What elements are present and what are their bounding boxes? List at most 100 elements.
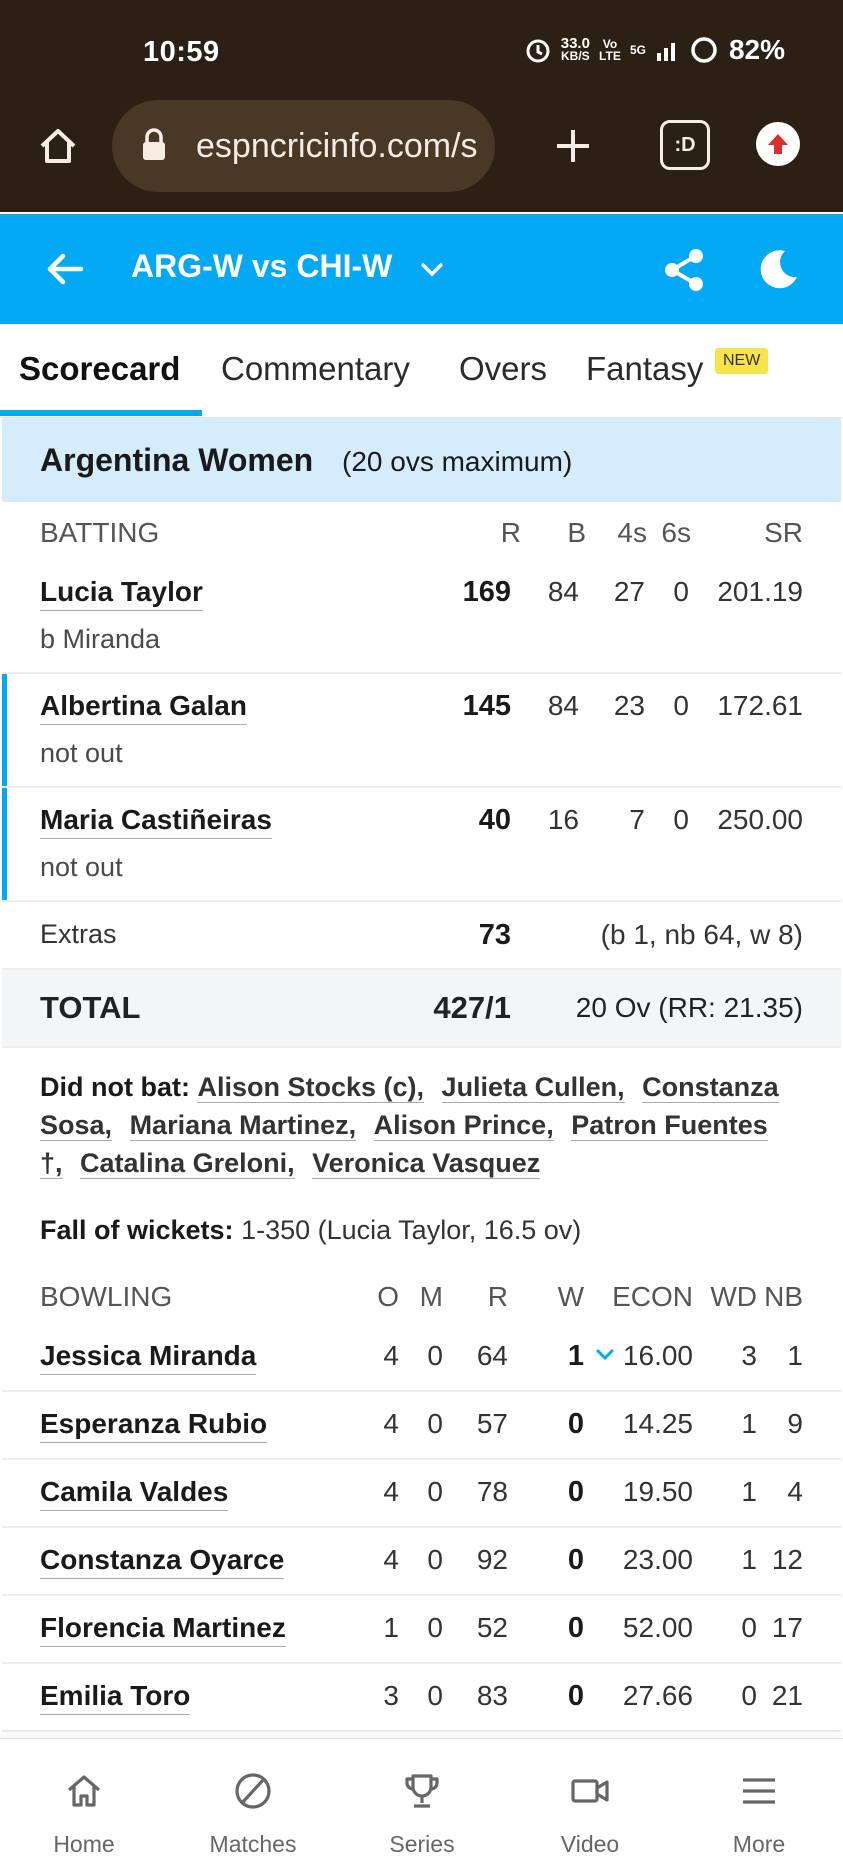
col-wides: WD — [710, 1281, 757, 1312]
bowler-name[interactable]: Constanza Oyarce — [40, 1544, 285, 1579]
bowler-econ: 14.25 — [622, 1408, 693, 1439]
bowler-name[interactable]: Emilia Toro — [40, 1680, 191, 1715]
col-runs: R — [500, 517, 521, 548]
bowler-row[interactable]: Camila Valdes 4 0 78 0 19.50 1 4 — [2, 1460, 841, 1528]
innings-header: Argentina Women (20 ovs maximum) — [2, 418, 841, 502]
wicket-expand-chevron-icon[interactable] — [595, 1348, 615, 1367]
bowler-name[interactable]: Esperanza Rubio — [40, 1408, 268, 1443]
bowler-maidens: 0 — [427, 1408, 443, 1439]
home-icon[interactable] — [30, 118, 86, 174]
bowler-row[interactable]: Jessica Miranda 4 0 64 1 16.00 3 1 — [2, 1324, 841, 1392]
bowler-econ: 19.50 — [622, 1476, 693, 1507]
status-bar: 10:59 33.0 KB/S Vo LTE 5G 82% — [0, 0, 843, 106]
batter-row[interactable]: Lucia Taylor b Miranda 169 84 27 0 201.1… — [2, 560, 841, 674]
tab-commentary[interactable]: Commentary — [221, 350, 410, 388]
bowler-overs: 4 — [383, 1476, 399, 1507]
col-econ: ECON — [612, 1281, 693, 1312]
at-crease-indicator — [2, 788, 7, 900]
batter-runs: 145 — [462, 690, 511, 722]
bowler-noballs: 9 — [787, 1408, 803, 1439]
browser-toolbar: espncricinfo.com/s :D — [0, 100, 843, 212]
batter-name[interactable]: Albertina Galan — [40, 690, 247, 725]
new-tab-icon[interactable] — [545, 118, 601, 174]
match-title[interactable]: ARG-W vs CHI-W — [131, 248, 392, 285]
bottom-nav: Home Matches Series Video More — [0, 1738, 843, 1873]
tab-overs[interactable]: Overs — [459, 350, 547, 388]
bowler-wickets: 0 — [567, 1476, 584, 1508]
bowler-row[interactable]: Florencia Martinez 1 0 52 0 52.00 0 17 — [2, 1596, 841, 1664]
video-icon — [571, 1779, 609, 1803]
bowler-wickets: 0 — [567, 1680, 584, 1712]
dnb-player[interactable]: Mariana Martinez, — [129, 1110, 357, 1141]
lock-icon — [143, 128, 165, 160]
tabs-icon[interactable]: :D — [660, 120, 710, 170]
batter-name[interactable]: Maria Castiñeiras — [40, 804, 272, 839]
col-bowling: BOWLING — [40, 1281, 173, 1312]
bowler-noballs: 1 — [787, 1340, 803, 1371]
batter-row[interactable]: Maria Castiñeiras not out 40 16 7 0 250.… — [2, 788, 841, 902]
col-maidens: M — [419, 1281, 443, 1312]
extras-row: Extras 73 (b 1, nb 64, w 8) — [2, 902, 841, 970]
bowler-maidens: 0 — [427, 1544, 443, 1575]
bowler-econ: 27.66 — [622, 1680, 693, 1711]
batter-sixes: 0 — [673, 804, 689, 835]
bowling-header: BOWLING O M R W ECON WD NB — [2, 1266, 841, 1324]
batter-sr: 172.61 — [717, 690, 803, 721]
nav-video[interactable]: Video — [520, 1739, 660, 1873]
nav-home[interactable]: Home — [14, 1739, 154, 1873]
col-sr: SR — [764, 517, 803, 548]
nav-more[interactable]: More — [689, 1739, 829, 1873]
alarm-icon — [526, 39, 550, 63]
batter-name[interactable]: Lucia Taylor — [40, 576, 203, 611]
share-icon[interactable] — [656, 242, 712, 298]
url-bar[interactable]: espncricinfo.com/s — [112, 100, 495, 192]
dnb-player[interactable]: Veronica Vasquez — [312, 1148, 541, 1179]
chevron-down-icon[interactable] — [414, 252, 450, 288]
match-header: ARG-W vs CHI-W — [0, 214, 843, 324]
active-tab-indicator — [0, 410, 202, 416]
col-wickets: W — [557, 1281, 584, 1312]
batter-sr: 201.19 — [717, 576, 803, 607]
bowler-row[interactable]: Emilia Toro 3 0 83 0 27.66 0 21 — [2, 1664, 841, 1732]
batter-runs: 40 — [478, 804, 511, 836]
batter-row[interactable]: Albertina Galan not out 145 84 23 0 172.… — [2, 674, 841, 788]
col-batting: BATTING — [40, 517, 160, 548]
nav-matches[interactable]: Matches — [183, 1739, 323, 1873]
bowler-overs: 4 — [383, 1340, 399, 1371]
bowler-wides: 0 — [741, 1612, 757, 1643]
bowler-row[interactable]: Esperanza Rubio 4 0 57 0 14.25 1 9 — [2, 1392, 841, 1460]
fow-label: Fall of wickets: — [40, 1215, 234, 1245]
bowler-wides: 0 — [741, 1680, 757, 1711]
bowler-wickets: 0 — [567, 1544, 584, 1576]
tab-fantasy[interactable]: Fantasy — [586, 350, 703, 388]
dark-mode-icon[interactable] — [750, 242, 806, 298]
update-icon[interactable] — [756, 122, 800, 166]
bowler-name[interactable]: Camila Valdes — [40, 1476, 229, 1511]
bowler-row[interactable]: Constanza Oyarce 4 0 92 0 23.00 1 12 — [2, 1528, 841, 1596]
bowler-wickets: 1 — [567, 1340, 584, 1372]
net-speed: 33.0 KB/S — [560, 35, 590, 63]
batter-balls: 84 — [547, 576, 579, 607]
bowler-wides: 1 — [741, 1544, 757, 1575]
batter-fours: 27 — [613, 576, 645, 607]
volte-label: Vo LTE — [599, 37, 621, 63]
ball-icon — [235, 1773, 271, 1809]
bowler-wides: 1 — [741, 1476, 757, 1507]
back-arrow-icon[interactable] — [40, 244, 90, 294]
dnb-player[interactable]: Julieta Cullen, — [441, 1072, 625, 1103]
extras-value: 73 — [478, 919, 511, 951]
dnb-player[interactable]: Alison Stocks (c), — [197, 1072, 425, 1103]
col-balls: B — [567, 517, 586, 548]
bowler-runs: 83 — [476, 1680, 508, 1711]
bowler-name[interactable]: Florencia Martinez — [40, 1612, 286, 1647]
did-not-bat: Did not bat: Alison Stocks (c), Julieta … — [40, 1068, 800, 1182]
nav-series[interactable]: Series — [352, 1739, 492, 1873]
tab-scorecard[interactable]: Scorecard — [19, 350, 180, 388]
total-overs: 20 Ov (RR: 21.35) — [575, 992, 803, 1023]
bowler-name[interactable]: Jessica Miranda — [40, 1340, 257, 1375]
dnb-player[interactable]: Alison Prince, — [373, 1110, 554, 1141]
bowler-runs: 78 — [476, 1476, 508, 1507]
status-time: 10:59 — [143, 36, 220, 68]
bowler-maidens: 0 — [427, 1612, 443, 1643]
dnb-player[interactable]: Catalina Greloni, — [80, 1148, 295, 1179]
